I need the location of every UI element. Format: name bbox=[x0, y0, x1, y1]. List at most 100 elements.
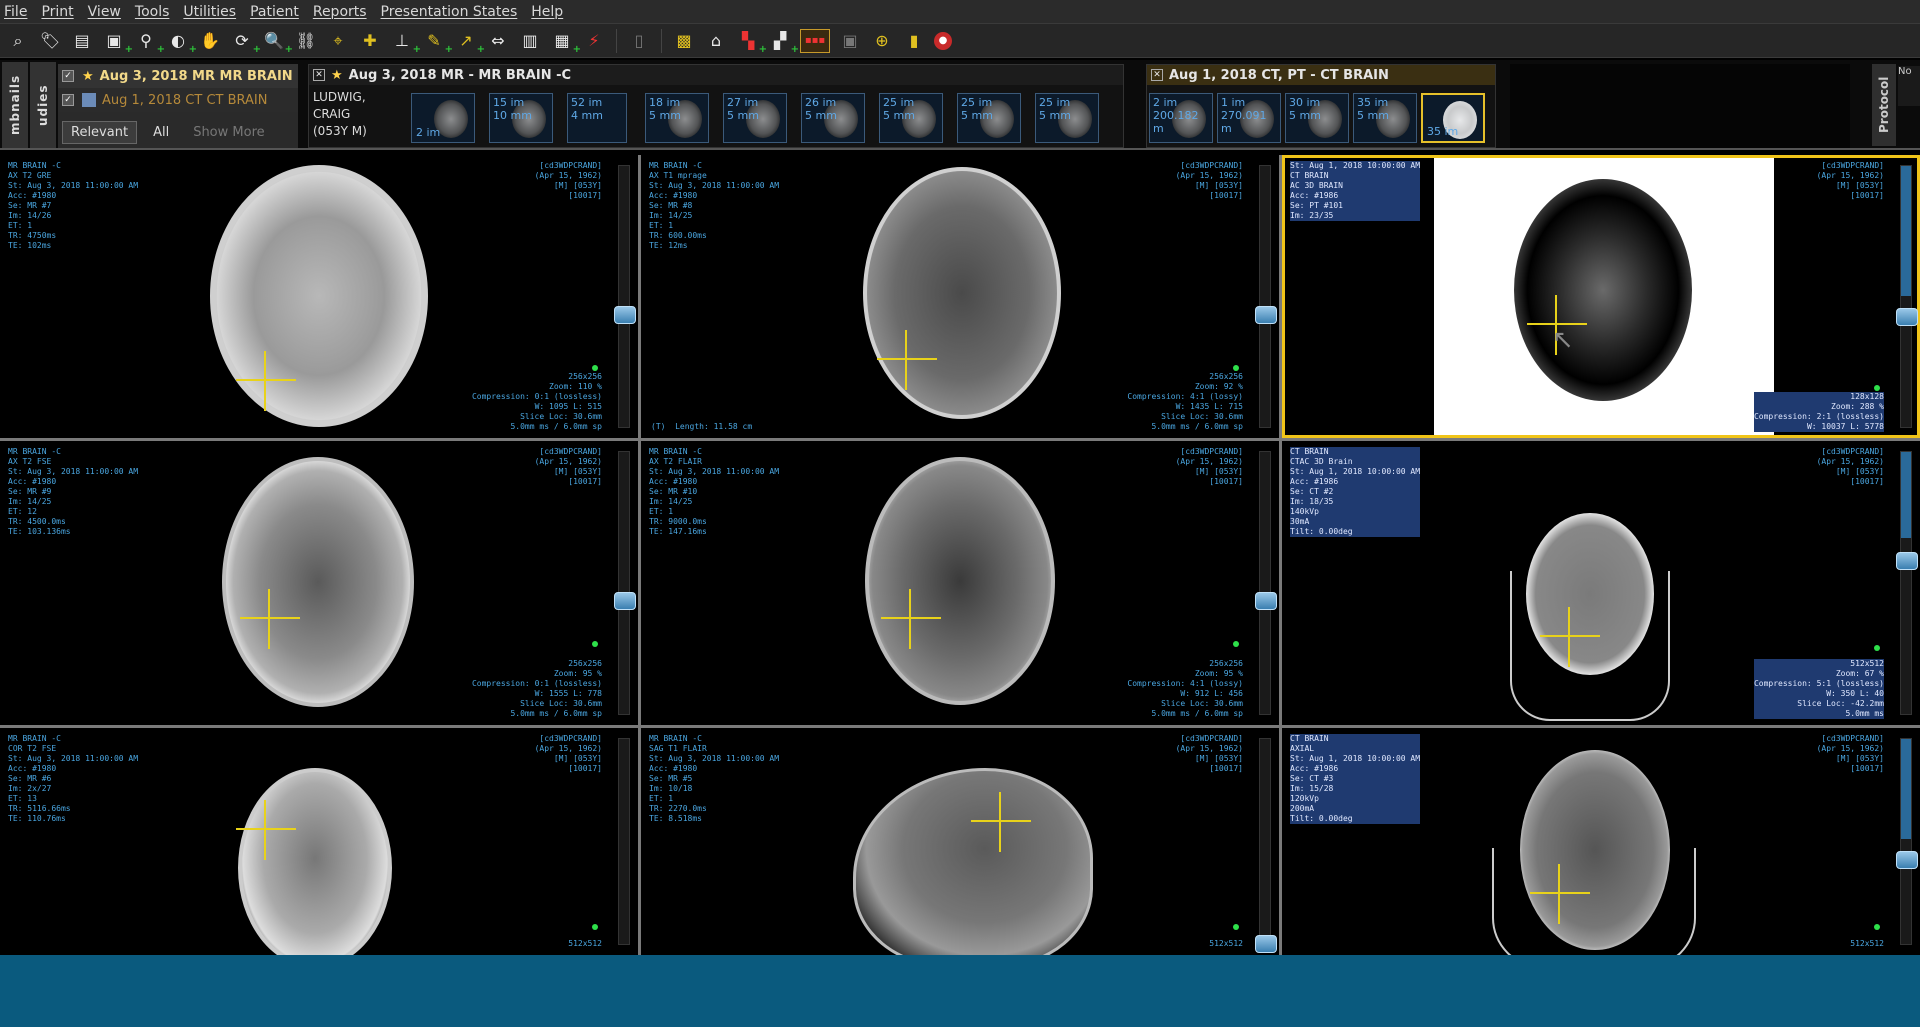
viewport[interactable]: MR BRAIN -C AX T2 GRE St: Aug 3, 2018 11… bbox=[0, 155, 638, 438]
stop-icon[interactable]: ● bbox=[934, 31, 952, 50]
display-icon[interactable]: ▪▪▪ bbox=[800, 28, 830, 53]
viewport[interactable]: CT BRAIN AXIAL St: Aug 1, 2018 10:00:00 … bbox=[1282, 728, 1920, 955]
menu-print[interactable]: Print bbox=[41, 4, 73, 20]
slice-scrollbar[interactable] bbox=[1255, 451, 1277, 715]
sync-icon[interactable]: ▞ + bbox=[768, 29, 799, 55]
menu-file[interactable]: File bbox=[4, 4, 27, 20]
mpr-icon[interactable]: ▥ bbox=[518, 29, 542, 53]
slice-scrollbar[interactable] bbox=[1896, 738, 1918, 945]
series-thumbnail[interactable]: 25 im 5 mm bbox=[1035, 93, 1099, 143]
hanging-protocol-icon[interactable]: ▚ + bbox=[736, 29, 767, 55]
slice-scrollbar[interactable] bbox=[1896, 451, 1918, 715]
zoom-icon[interactable]: 🔍 + bbox=[262, 29, 293, 55]
series-thumbnail-selected[interactable]: 35 im bbox=[1421, 93, 1485, 143]
menu-presentation-states[interactable]: Presentation States bbox=[381, 4, 518, 20]
protocol-tab[interactable]: Protocol bbox=[1872, 64, 1896, 146]
tag-icon[interactable]: 🏷 bbox=[38, 29, 62, 53]
menu-view[interactable]: View bbox=[88, 4, 121, 20]
slice-scroll-handle[interactable] bbox=[614, 592, 636, 610]
slice-scrollbar[interactable] bbox=[614, 451, 636, 715]
studies-tab[interactable]: udies bbox=[30, 62, 56, 148]
report-icon[interactable]: ▩ bbox=[672, 29, 696, 53]
globe-icon[interactable]: ⊕ bbox=[870, 29, 894, 53]
slice-scroll-handle[interactable] bbox=[1255, 935, 1277, 953]
layout-icon[interactable]: ▣ + bbox=[102, 29, 133, 55]
magnify-icon[interactable]: ⚲ + bbox=[134, 29, 165, 55]
screen-icon[interactable]: ▣ bbox=[838, 29, 862, 53]
slice-scroll-handle[interactable] bbox=[1255, 306, 1277, 324]
viewport-selected[interactable]: ↖ St: Aug 1, 2018 10:00:00 AM CT BRAIN A… bbox=[1282, 155, 1920, 438]
checkbox[interactable]: ✓ bbox=[62, 94, 74, 106]
show-more-button[interactable]: Show More bbox=[185, 122, 272, 143]
footer-banner bbox=[0, 955, 1920, 1027]
viewport[interactable]: CT BRAIN CTAC 3D Brain St: Aug 1, 2018 1… bbox=[1282, 441, 1920, 725]
key-image-icon[interactable]: ⌂ bbox=[704, 29, 728, 53]
series-thumbnail[interactable]: 2 im bbox=[411, 93, 475, 143]
series-thumbnail[interactable]: 26 im 5 mm bbox=[801, 93, 865, 143]
zoom-window-icon[interactable]: ⌕ bbox=[6, 29, 30, 53]
slice-scroll-handle[interactable] bbox=[1896, 851, 1918, 869]
slice-scroll-handle[interactable] bbox=[1896, 308, 1918, 326]
crosshair-cursor bbox=[240, 589, 300, 649]
overlay-top-right: [cd3WDPCRAND] (Apr 15, 1962) [M] [053Y] … bbox=[1175, 734, 1243, 773]
crosshair-icon[interactable]: ⌖ bbox=[326, 29, 350, 53]
all-button[interactable]: All bbox=[145, 122, 177, 143]
slice-scrollbar[interactable] bbox=[618, 738, 630, 945]
series-thumbnail[interactable]: 25 im 5 mm bbox=[957, 93, 1021, 143]
viewport[interactable]: MR BRAIN -C AX T2 FLAIR St: Aug 3, 2018 … bbox=[641, 441, 1279, 725]
ruler-icon[interactable]: ⊥ + bbox=[390, 29, 421, 55]
pencil-icon[interactable]: ✎ + bbox=[422, 29, 453, 55]
series-thumbnail[interactable]: 27 im 5 mm bbox=[723, 93, 787, 143]
viewport[interactable]: MR BRAIN -C AX T2 FSE St: Aug 3, 2018 11… bbox=[0, 441, 638, 725]
menu-reports[interactable]: Reports bbox=[313, 4, 367, 20]
relevant-button[interactable]: Relevant bbox=[62, 120, 138, 144]
series-thumbnail[interactable]: 35 im 5 mm bbox=[1353, 93, 1417, 143]
book-icon[interactable]: ▮ bbox=[902, 29, 926, 53]
crosshair-cursor bbox=[971, 792, 1031, 852]
series-thumbnail[interactable]: 2 im 200.182 m bbox=[1149, 93, 1213, 143]
link-icon[interactable]: ⛓ bbox=[294, 29, 318, 53]
viewport[interactable]: MR BRAIN -C COR T2 FSE St: Aug 3, 2018 1… bbox=[0, 728, 638, 955]
study-desc: MR BRAIN bbox=[219, 68, 293, 84]
study-row[interactable]: ✓ Aug 1, 2018 CT CT BRAIN bbox=[58, 88, 298, 112]
status-indicator bbox=[1874, 385, 1880, 391]
checkbox[interactable]: ✓ bbox=[62, 70, 74, 82]
viewport[interactable]: MR BRAIN -C AX T1 mprage St: Aug 3, 2018… bbox=[641, 155, 1279, 438]
slice-scroll-handle[interactable] bbox=[614, 306, 636, 324]
slice-scroll-handle[interactable] bbox=[1896, 552, 1918, 570]
pan-hand-icon[interactable]: ✋ bbox=[198, 29, 222, 53]
series-thumbnail[interactable]: 15 im 10 mm bbox=[489, 93, 553, 143]
overlay-bottom-right: 256x256 Zoom: 95 % Compression: 4:1 (los… bbox=[1127, 659, 1243, 718]
series-thumbnail[interactable]: 25 im 5 mm bbox=[879, 93, 943, 143]
slice-scrollbar[interactable] bbox=[1255, 165, 1277, 428]
viewport[interactable]: MR BRAIN -C SAG T1 FLAIR St: Aug 3, 2018… bbox=[641, 728, 1279, 955]
slice-scrollbar[interactable] bbox=[614, 165, 636, 428]
menu-help[interactable]: Help bbox=[531, 4, 563, 20]
close-icon[interactable]: ✕ bbox=[1151, 69, 1163, 81]
series-thumbnail[interactable]: 18 im 5 mm bbox=[645, 93, 709, 143]
overlay-top-right: [cd3WDPCRAND] (Apr 15, 1962) [M] [053Y] … bbox=[1816, 447, 1884, 486]
close-icon[interactable]: ✕ bbox=[313, 69, 325, 81]
thumbnails-tab[interactable]: mbnails bbox=[2, 62, 28, 148]
series-group-title: Aug 1, 2018 CT, PT - CT BRAIN bbox=[1169, 67, 1389, 83]
cine-icon[interactable]: ⇔ bbox=[486, 29, 510, 53]
arrow-icon[interactable]: ↗ + bbox=[454, 29, 485, 55]
strip-empty-area bbox=[1510, 64, 1850, 148]
color-icon[interactable]: ⚡ bbox=[582, 29, 606, 53]
slice-scroll-handle[interactable] bbox=[1255, 592, 1277, 610]
slice-scrollbar[interactable] bbox=[1255, 738, 1277, 953]
measure-icon[interactable]: ✚ bbox=[358, 29, 382, 53]
series-thumbnail[interactable]: 1 im 270.091 m bbox=[1217, 93, 1281, 143]
menu-patient[interactable]: Patient bbox=[250, 4, 299, 20]
series-thumbnail[interactable]: 30 im 5 mm bbox=[1285, 93, 1349, 143]
study-row[interactable]: ✓ ★ Aug 3, 2018 MR MR BRAIN bbox=[58, 64, 298, 88]
series-thumbnail[interactable]: 52 im 4 mm bbox=[567, 93, 627, 143]
palette-icon[interactable]: ▯ bbox=[627, 29, 651, 53]
rotate-icon[interactable]: ⟳ + bbox=[230, 29, 261, 55]
menu-tools[interactable]: Tools bbox=[135, 4, 170, 20]
volume-icon[interactable]: ▦ + bbox=[550, 29, 581, 55]
slice-scrollbar[interactable] bbox=[1896, 165, 1918, 428]
window-level-icon[interactable]: ◐ + bbox=[166, 29, 197, 55]
document-icon[interactable]: ▤ bbox=[70, 29, 94, 53]
menu-utilities[interactable]: Utilities bbox=[183, 4, 236, 20]
